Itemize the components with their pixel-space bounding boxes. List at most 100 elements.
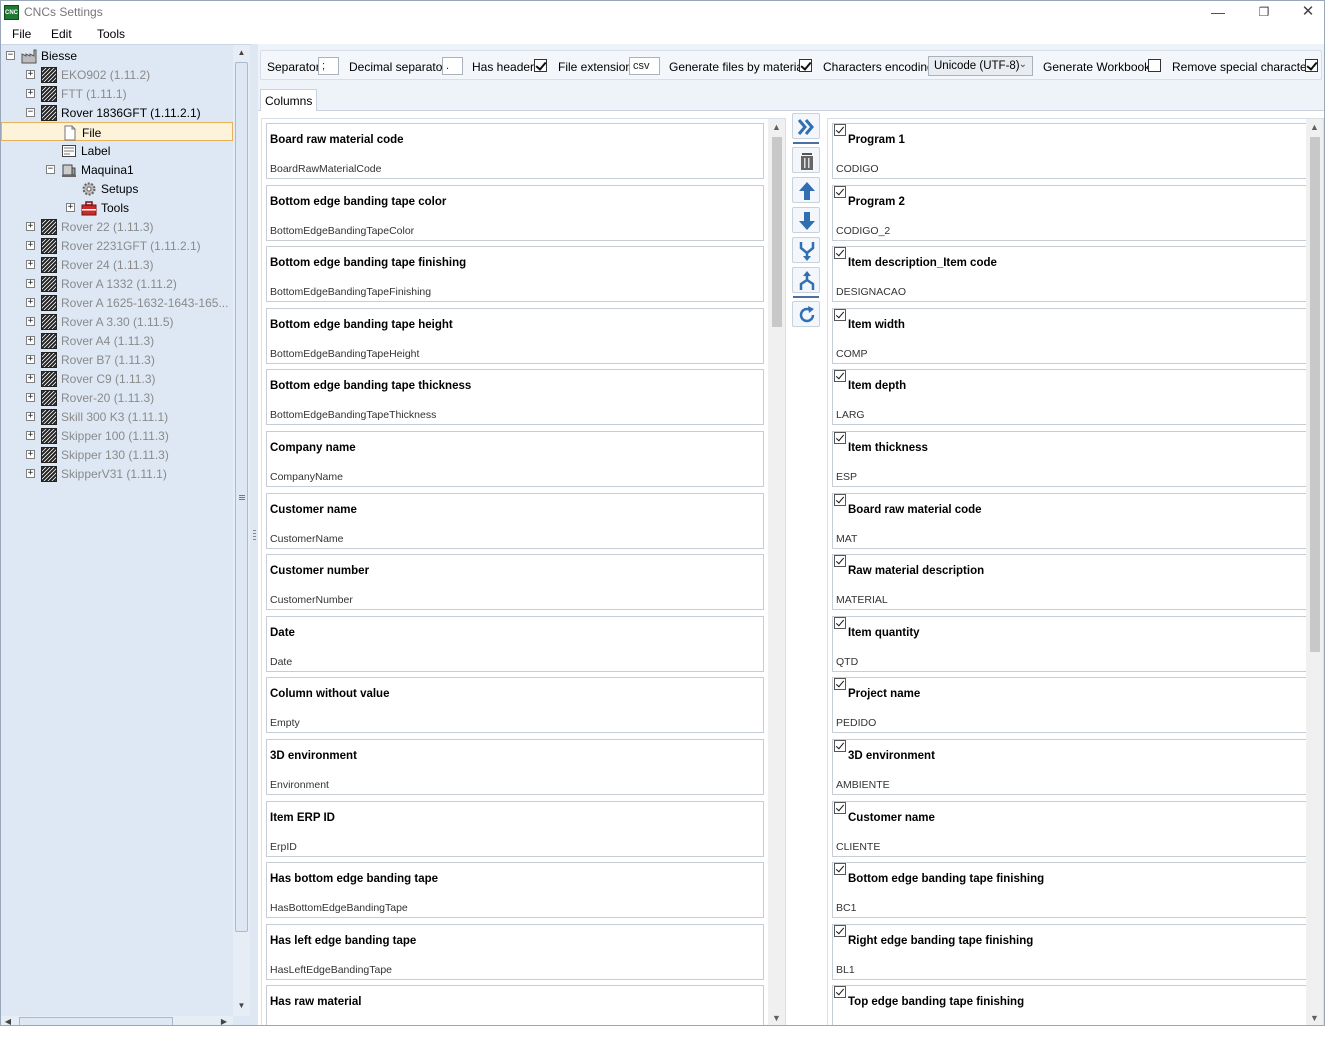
column-card[interactable]: Has left edge banding tape HasLeftEdgeBan… — [266, 923, 764, 980]
move-down-button[interactable] — [792, 207, 820, 233]
generate-by-material-checkbox[interactable] — [799, 59, 812, 72]
tree-item-skipper-100-1-11-3[interactable]: + Skipper 100 (1.11.3) — [1, 426, 233, 445]
column-card[interactable]: Program 1 CODIGO — [832, 123, 1307, 179]
minimize-button[interactable]: — — [1195, 1, 1241, 24]
expand-icon[interactable]: + — [26, 412, 35, 421]
close-button[interactable]: ✕ — [1285, 1, 1324, 24]
column-card[interactable]: Item thickness ESP — [832, 431, 1307, 487]
column-card[interactable]: Customer name CLIENTE — [832, 800, 1307, 857]
tree-item-rover-22-1-11-3[interactable]: + Rover 22 (1.11.3) — [1, 217, 233, 236]
column-card[interactable]: Program 2 CODIGO_2 — [832, 184, 1307, 241]
expand-icon[interactable]: + — [26, 298, 35, 307]
include-checkbox[interactable] — [834, 616, 846, 629]
expand-icon[interactable]: + — [26, 336, 35, 345]
include-checkbox[interactable] — [834, 863, 846, 876]
column-card[interactable]: Top edge banding tape finishing — [832, 985, 1307, 1025]
scroll-up-arrow-icon[interactable]: ▲ — [233, 45, 250, 61]
collapse-icon[interactable]: − — [26, 108, 35, 117]
has-header-checkbox[interactable] — [534, 59, 547, 72]
tree-item-rover-a-1625-1632-1643-165[interactable]: + Rover A 1625-1632-1643-165... — [1, 293, 233, 312]
include-checkbox[interactable] — [834, 247, 846, 260]
collapse-icon[interactable]: − — [46, 165, 55, 174]
generate-workbook-checkbox[interactable] — [1148, 59, 1161, 72]
expand-icon[interactable]: + — [26, 317, 35, 326]
collapse-icon[interactable]: − — [6, 51, 15, 60]
column-card[interactable]: Item description_Item code DESIGNACAO — [832, 246, 1307, 303]
column-card[interactable]: Bottom edge banding tape thickness Bottom… — [266, 369, 764, 426]
column-card[interactable]: Board raw material code MAT — [832, 492, 1307, 549]
include-checkbox[interactable] — [834, 924, 846, 937]
scroll-down-arrow-icon[interactable]: ▼ — [768, 1010, 785, 1025]
menu-tools[interactable]: Tools — [97, 27, 125, 41]
panel-splitter[interactable] — [251, 44, 258, 1025]
column-card[interactable]: Item depth LARG — [832, 369, 1307, 426]
tree-item-skipper-130-1-11-3[interactable]: + Skipper 130 (1.11.3) — [1, 445, 233, 464]
file-extension-input[interactable] — [629, 57, 660, 75]
column-card[interactable]: Column without value Empty — [266, 677, 764, 734]
include-checkbox[interactable] — [834, 986, 846, 999]
tree-item-rover-a4-1-11-3[interactable]: + Rover A4 (1.11.3) — [1, 331, 233, 350]
include-checkbox[interactable] — [834, 185, 846, 198]
tree-item-rover-20-1-11-3[interactable]: + Rover-20 (1.11.3) — [1, 388, 233, 407]
tree-item-skipperv31-1-11-1[interactable]: + SkipperV31 (1.11.1) — [1, 464, 233, 483]
expand-icon[interactable]: + — [26, 431, 35, 440]
include-checkbox[interactable] — [834, 678, 846, 691]
maximize-button[interactable]: ❐ — [1241, 1, 1287, 24]
scroll-down-arrow-icon[interactable]: ▼ — [1306, 1010, 1323, 1025]
expand-icon[interactable]: + — [26, 355, 35, 364]
expand-icon[interactable]: + — [26, 222, 35, 231]
tree-item-rover-1836gft-1-11-2-1[interactable]: − Rover 1836GFT (1.11.2.1) — [1, 103, 233, 122]
column-card[interactable]: 3D environment AMBIENTE — [832, 739, 1307, 795]
tree-item-rover-a-1332-1-11-2[interactable]: + Rover A 1332 (1.11.2) — [1, 274, 233, 293]
column-card[interactable]: Item ERP ID ErpID — [266, 800, 764, 857]
tab-columns[interactable]: Columns — [260, 89, 318, 112]
column-card[interactable]: Customer number CustomerNumber — [266, 554, 764, 611]
include-checkbox[interactable] — [834, 740, 846, 752]
expand-icon[interactable]: + — [26, 450, 35, 459]
remove-special-checkbox[interactable] — [1305, 59, 1318, 72]
decimal-separator-input[interactable] — [442, 57, 463, 75]
column-card[interactable]: Bottom edge banding tape finishing Bottom… — [266, 246, 764, 303]
column-card[interactable]: Date Date — [266, 615, 764, 672]
expand-icon[interactable]: + — [26, 241, 35, 250]
expand-icon[interactable]: + — [26, 469, 35, 478]
tree-item-rover-a-3-30-1-11-5[interactable]: + Rover A 3.30 (1.11.5) — [1, 312, 233, 331]
column-card[interactable]: Bottom edge banding tape finishing BC1 — [832, 862, 1307, 919]
column-card[interactable]: Item width COMP — [832, 307, 1307, 364]
tree-item-maquina1[interactable]: − Maquina1 — [1, 160, 233, 179]
menu-file[interactable]: File — [12, 27, 31, 41]
include-checkbox[interactable] — [834, 493, 846, 506]
expand-icon[interactable]: + — [26, 70, 35, 79]
merge-button[interactable] — [792, 237, 820, 263]
split-button[interactable] — [792, 267, 820, 293]
separator-input[interactable] — [318, 57, 339, 75]
column-card[interactable]: Has raw material — [266, 985, 764, 1025]
title-bar[interactable]: CNC CNCs Settings — ❐ ✕ — [1, 1, 1324, 24]
include-checkbox[interactable] — [834, 555, 846, 568]
selected-list-scrollbar[interactable]: ▲ ▼ — [1306, 119, 1323, 1025]
tree-item-eko902-1-11-2[interactable]: + EKO902 (1.11.2) — [1, 65, 233, 84]
column-card[interactable]: Customer name CustomerName — [266, 492, 764, 549]
tree-scroll-thumb[interactable] — [235, 62, 248, 932]
tree-item-rover-24-1-11-3[interactable]: + Rover 24 (1.11.3) — [1, 255, 233, 274]
scroll-right-arrow-icon[interactable]: ▶ — [217, 1014, 231, 1025]
expand-icon[interactable]: + — [26, 89, 35, 98]
tree-item-tools[interactable]: + Tools — [1, 198, 233, 217]
include-checkbox[interactable] — [834, 432, 846, 444]
expand-icon[interactable]: + — [26, 279, 35, 288]
column-card[interactable]: Right edge banding tape finishing BL1 — [832, 923, 1307, 980]
encoding-select[interactable]: Unicode (UTF-8) ⌄ — [928, 56, 1033, 76]
delete-button[interactable] — [792, 147, 820, 173]
scroll-down-arrow-icon[interactable]: ▼ — [233, 998, 250, 1014]
column-card[interactable]: Company name CompanyName — [266, 431, 764, 487]
tree-item-file[interactable]: File — [1, 122, 233, 141]
column-card[interactable]: 3D environment Environment — [266, 739, 764, 795]
column-card[interactable]: Bottom edge banding tape color BottomEdge… — [266, 184, 764, 241]
column-card[interactable]: Item quantity QTD — [832, 615, 1307, 672]
expand-icon[interactable]: + — [26, 393, 35, 402]
tree-horizontal-scrollbar[interactable]: ◀ ▶ — [1, 1014, 233, 1025]
available-list-scrollbar[interactable]: ▲ ▼ — [768, 119, 785, 1025]
expand-icon[interactable]: + — [26, 374, 35, 383]
scroll-left-arrow-icon[interactable]: ◀ — [1, 1014, 15, 1025]
tree-item-rover-c9-1-11-3[interactable]: + Rover C9 (1.11.3) — [1, 369, 233, 388]
